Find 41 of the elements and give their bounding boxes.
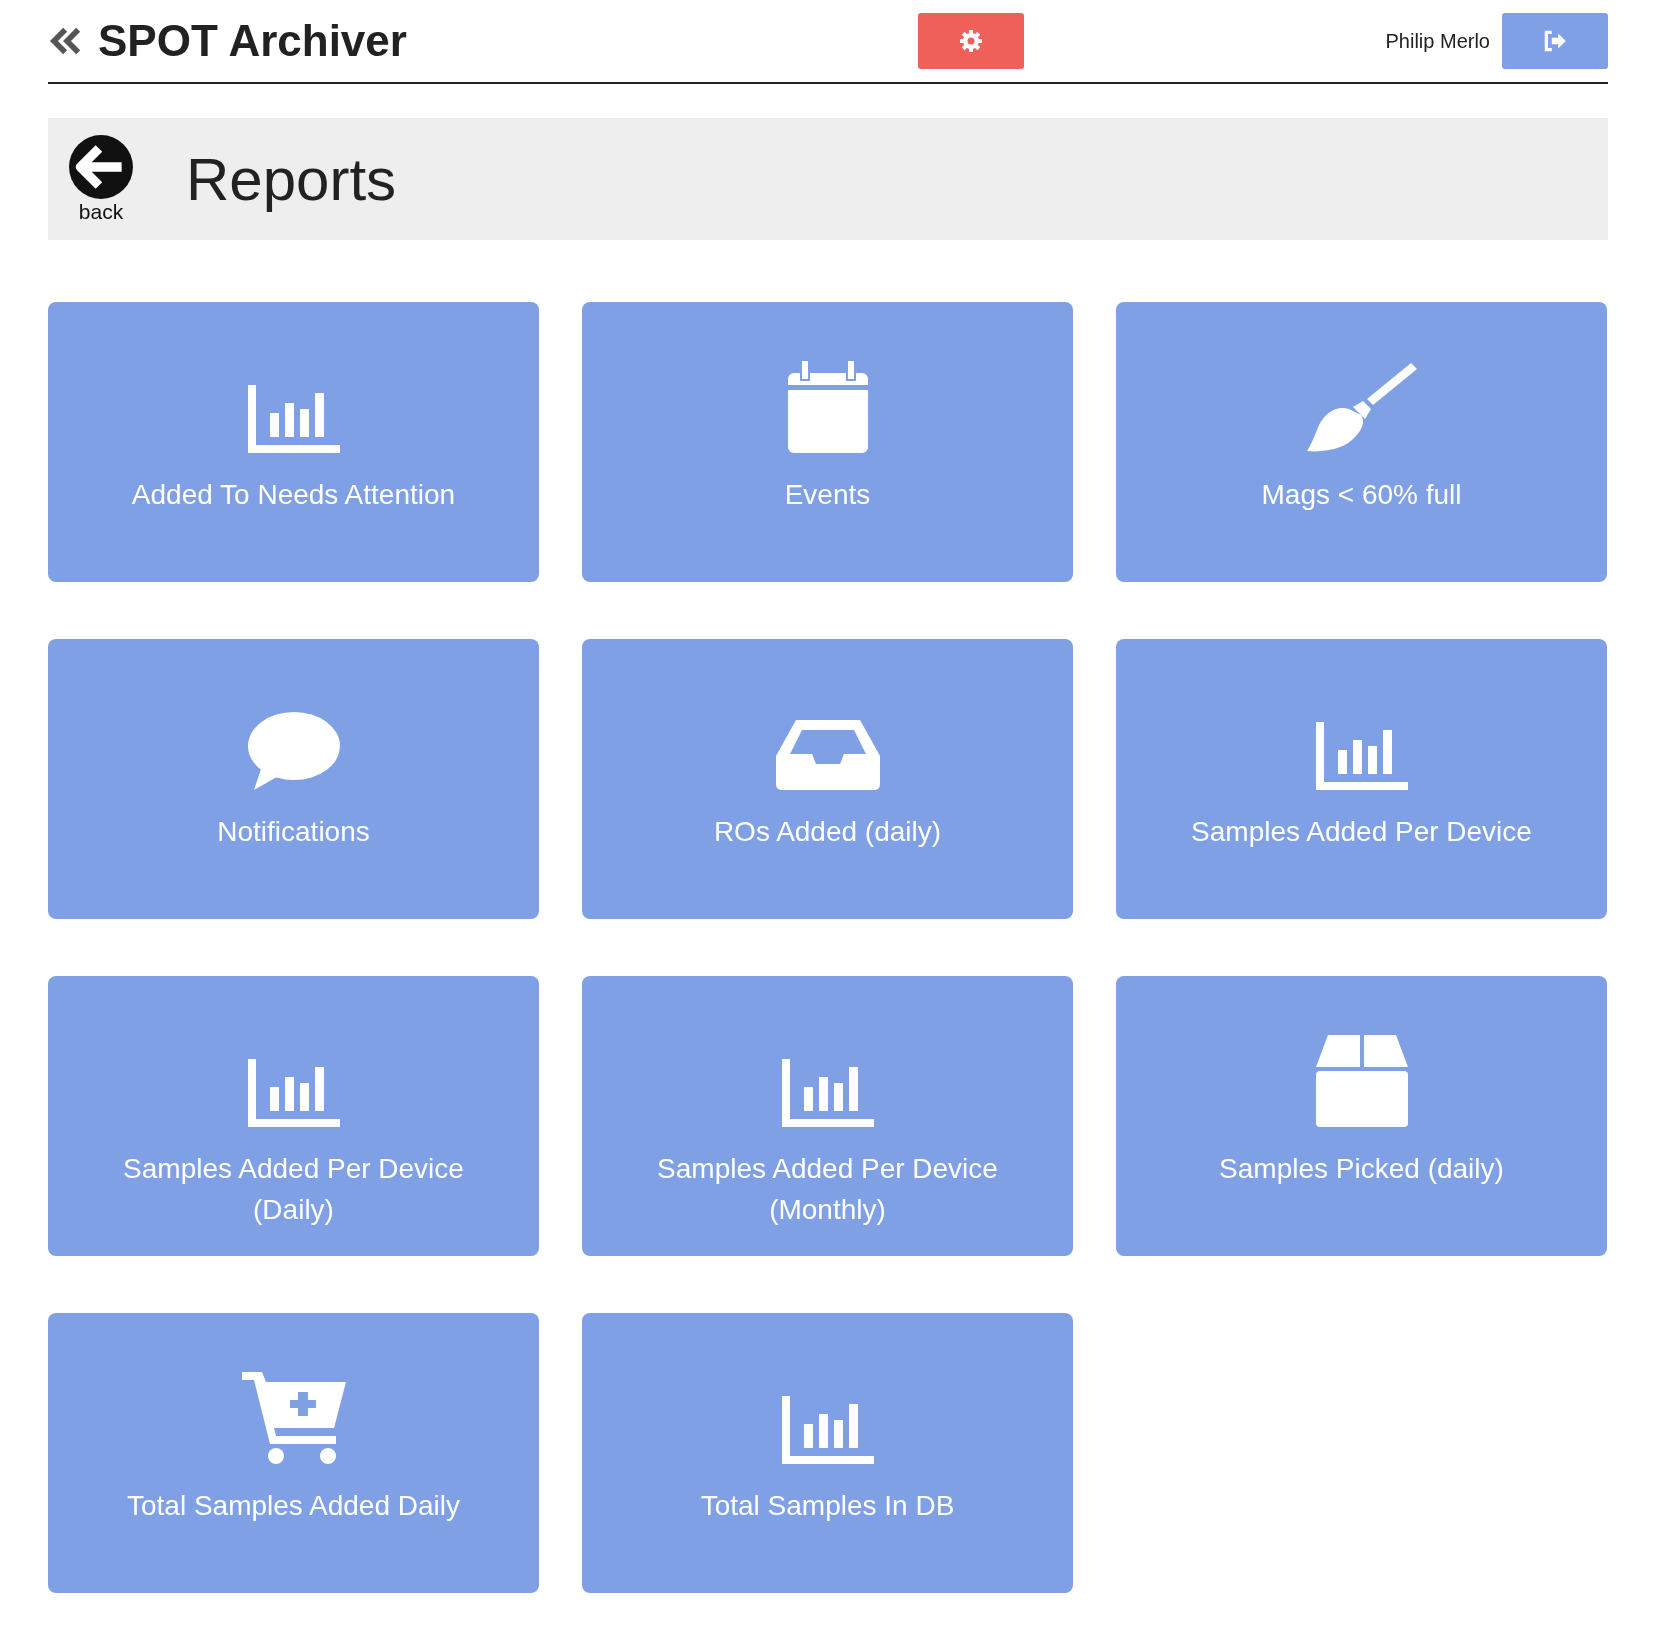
bar-chart-icon [781, 1059, 874, 1127]
app-title: SPOT Archiver [98, 16, 407, 66]
speech-bubble-icon [247, 710, 340, 790]
tile-label: Events [784, 478, 871, 512]
bar-chart-icon [247, 385, 340, 453]
tile-label: Notifications [217, 815, 370, 849]
bar-chart-icon [781, 1396, 874, 1464]
box-icon [1315, 1035, 1408, 1127]
tile-label: Mags < 60% full [1261, 478, 1462, 512]
report-tile[interactable]: Total Samples Added Daily [48, 1313, 539, 1593]
settings-button[interactable] [918, 13, 1025, 69]
tile-label: Total Samples Added Daily [126, 1489, 461, 1523]
report-tile[interactable]: Events [582, 302, 1073, 582]
brush-icon [1306, 361, 1417, 453]
tile-label: ROs Added (daily) [713, 815, 942, 849]
inbox-tray-icon [775, 720, 880, 790]
tile-label: Samples Added Per Device [1191, 815, 1532, 849]
logout-button[interactable] [1502, 13, 1608, 69]
report-tile[interactable]: Samples Added Per Device (Daily) [48, 976, 539, 1256]
report-tile[interactable]: Samples Added Per Device [1116, 639, 1607, 919]
bar-chart-icon [1315, 722, 1408, 790]
tile-label: Samples Picked (daily) [1219, 1152, 1504, 1186]
calendar-icon [787, 361, 868, 453]
report-tile[interactable]: Mags < 60% full [1116, 302, 1607, 582]
bar-chart-icon [247, 1059, 340, 1127]
settings-icon [959, 29, 984, 53]
sign-out-icon [1542, 28, 1568, 54]
tile-label: Total Samples In DB [700, 1489, 955, 1523]
cart-plus-icon [241, 1372, 346, 1464]
tile-label: Samples Added Per Device (Monthly) [656, 1152, 999, 1227]
report-tile[interactable]: ROs Added (daily) [582, 639, 1073, 919]
tile-label: Samples Added Per Device (Daily) [122, 1152, 465, 1227]
tile-label: Added To Needs Attention [131, 478, 456, 512]
user-name: Philip Merlo [1385, 29, 1490, 53]
report-tile[interactable]: Total Samples In DB [582, 1313, 1073, 1593]
report-tile[interactable]: Added To Needs Attention [48, 302, 539, 582]
report-tile[interactable]: Samples Picked (daily) [1116, 976, 1607, 1256]
report-tile[interactable]: Notifications [48, 639, 539, 919]
page-title: Reports [186, 144, 397, 214]
report-tile[interactable]: Samples Added Per Device (Monthly) [582, 976, 1073, 1256]
back-button[interactable]: back [68, 134, 134, 224]
